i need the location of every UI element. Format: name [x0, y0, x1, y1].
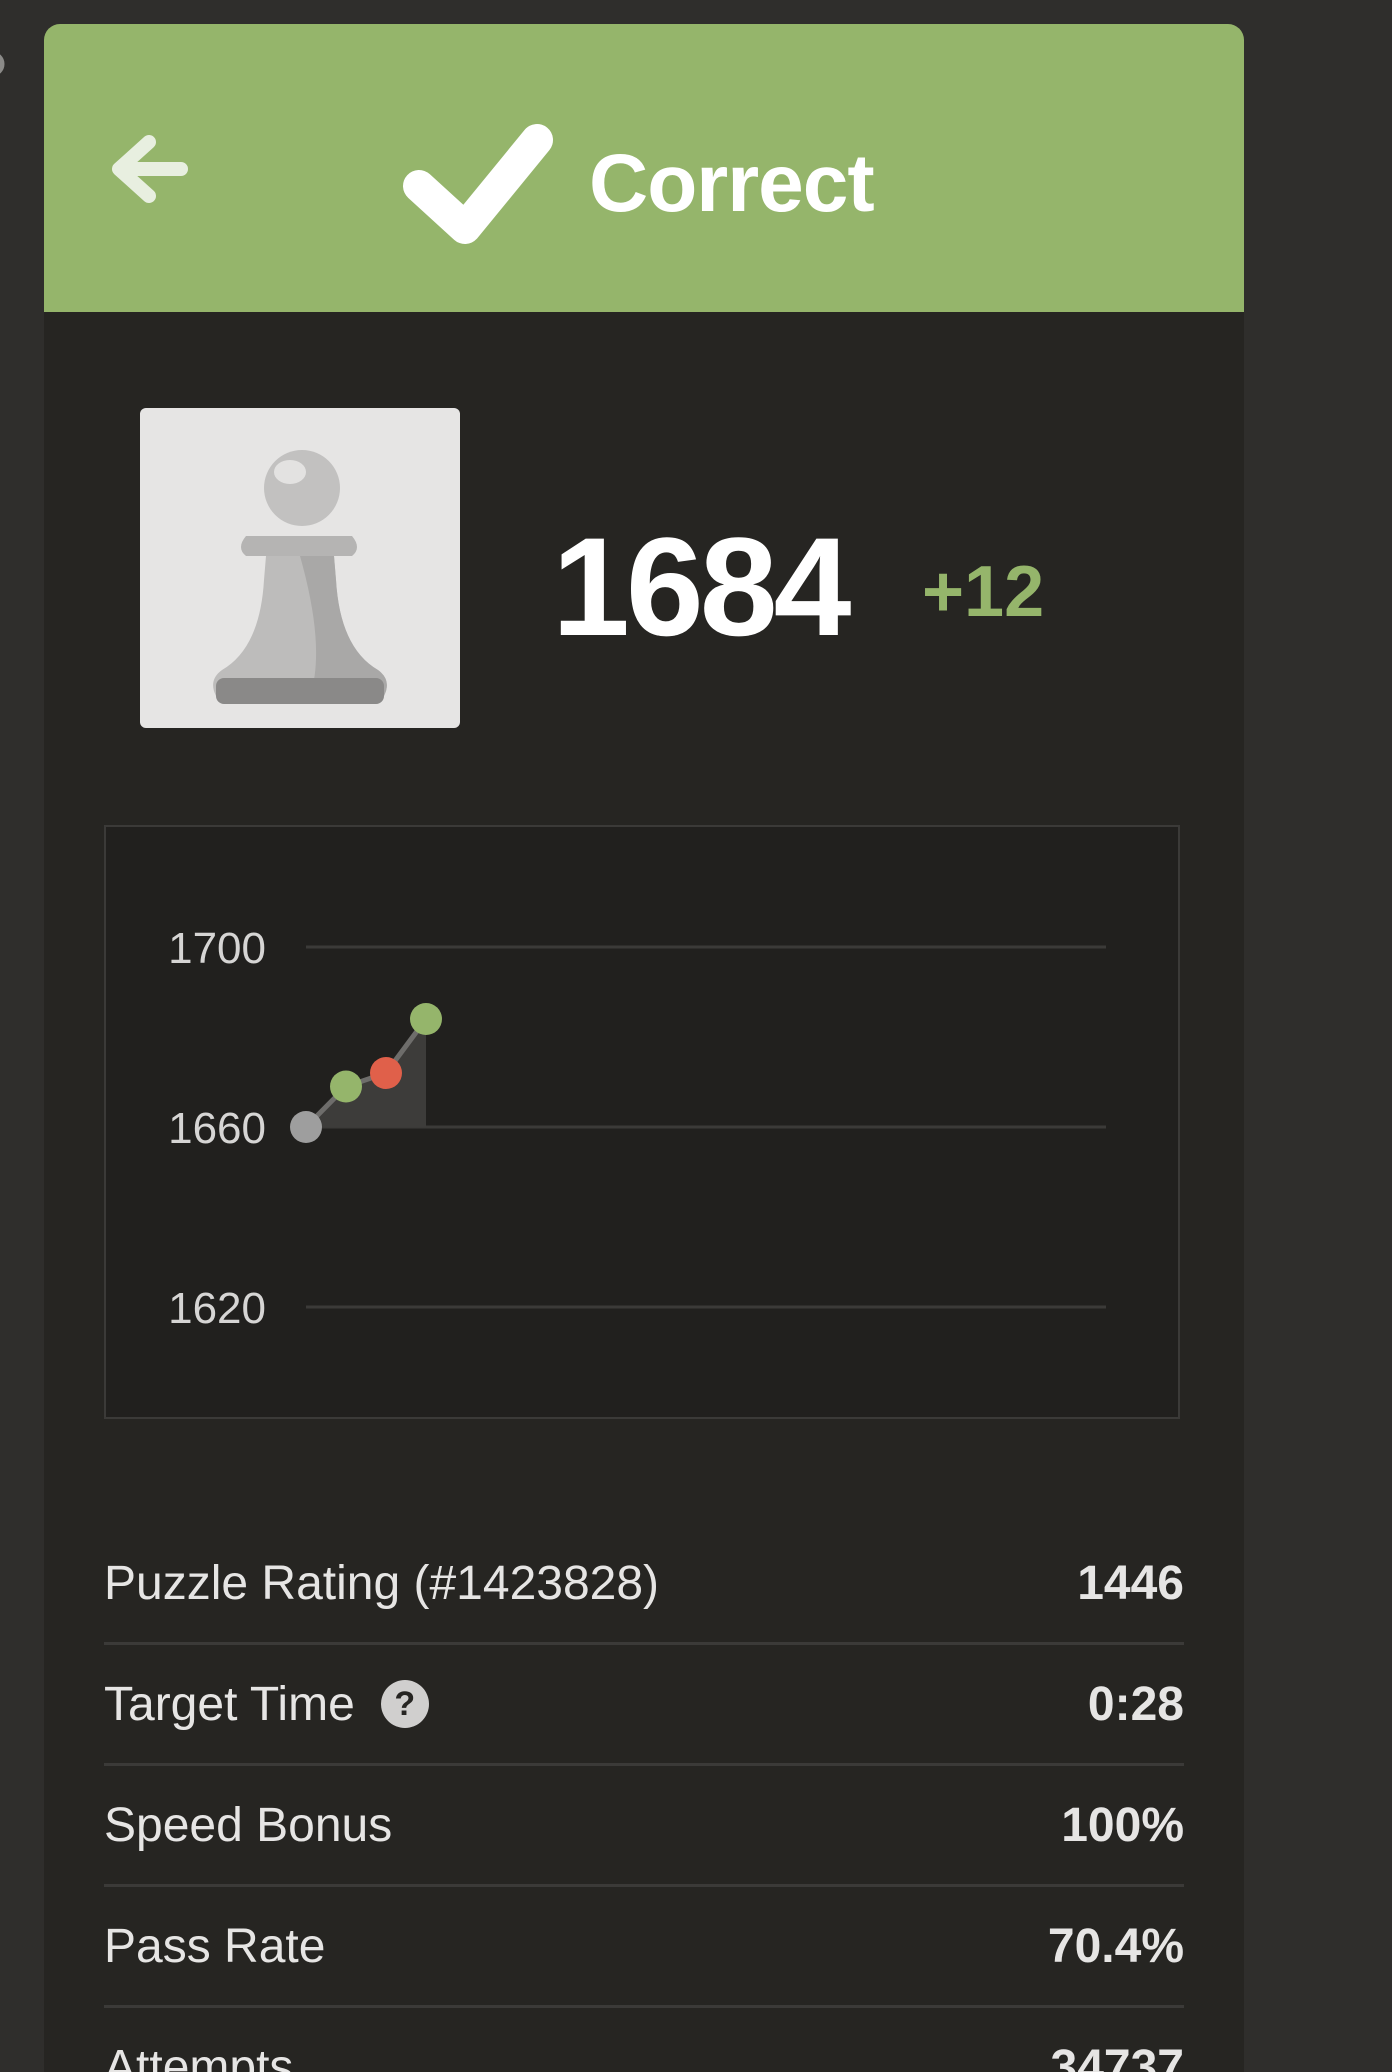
- stat-value: 100%: [1061, 1798, 1184, 1852]
- puzzle-result-panel: Correct 1684 +12 1700 1660 1620 Puzzle Rat…: [44, 24, 1244, 2072]
- stat-value: 34737: [1050, 2040, 1184, 2072]
- stat-value: 0:28: [1087, 1677, 1184, 1731]
- stat-label: Speed Bonus: [104, 1798, 393, 1852]
- y-tick-label: 1620: [168, 1284, 266, 1333]
- rating-change: +12: [922, 552, 1045, 632]
- gear-icon[interactable]: [0, 44, 14, 84]
- data-point: [330, 1070, 362, 1103]
- back-button[interactable]: [99, 124, 199, 214]
- stat-row-speed-bonus: Speed Bonus 100%: [104, 1766, 1184, 1887]
- stat-value: 70.4%: [1047, 1919, 1184, 1973]
- puzzle-stats: Puzzle Rating (#1423828) 1446 Target Tim…: [104, 1524, 1184, 2072]
- stat-value: 1446: [1077, 1556, 1184, 1610]
- data-point: [370, 1057, 402, 1089]
- stat-row-pass-rate: Pass Rate 70.4%: [104, 1887, 1184, 2008]
- pawn-icon: [213, 450, 387, 704]
- help-icon[interactable]: ?: [380, 1680, 429, 1728]
- stat-label: Pass Rate: [104, 1919, 326, 1973]
- arrow-left-icon: [112, 135, 188, 203]
- stat-label: Target Time: [104, 1677, 355, 1731]
- rating-history-chart: 1700 1660 1620: [104, 825, 1180, 1419]
- stat-label: Puzzle Rating (#1423828): [104, 1556, 660, 1610]
- data-point: [410, 1003, 442, 1035]
- stat-label-group: Target Time ?: [104, 1677, 429, 1732]
- puzzle-rating-value: 1684: [552, 508, 851, 665]
- stat-row-attempts: Attempts 34737: [104, 2008, 1184, 2072]
- rating-chart-svg: 1700 1660 1620: [168, 924, 1106, 1333]
- data-point: [290, 1111, 322, 1143]
- result-title: Correct: [589, 138, 875, 229]
- stat-label: Attempts: [104, 2040, 294, 2072]
- stat-row-target-time: Target Time ? 0:28: [104, 1645, 1184, 1766]
- stat-row-puzzle-rating: Puzzle Rating (#1423828) 1446: [104, 1524, 1184, 1645]
- y-tick-label: 1700: [168, 924, 266, 973]
- result-header: Correct: [44, 24, 1244, 312]
- y-tick-label: 1660: [168, 1104, 266, 1153]
- pawn-avatar: [140, 408, 460, 728]
- checkmark-icon: [403, 124, 553, 244]
